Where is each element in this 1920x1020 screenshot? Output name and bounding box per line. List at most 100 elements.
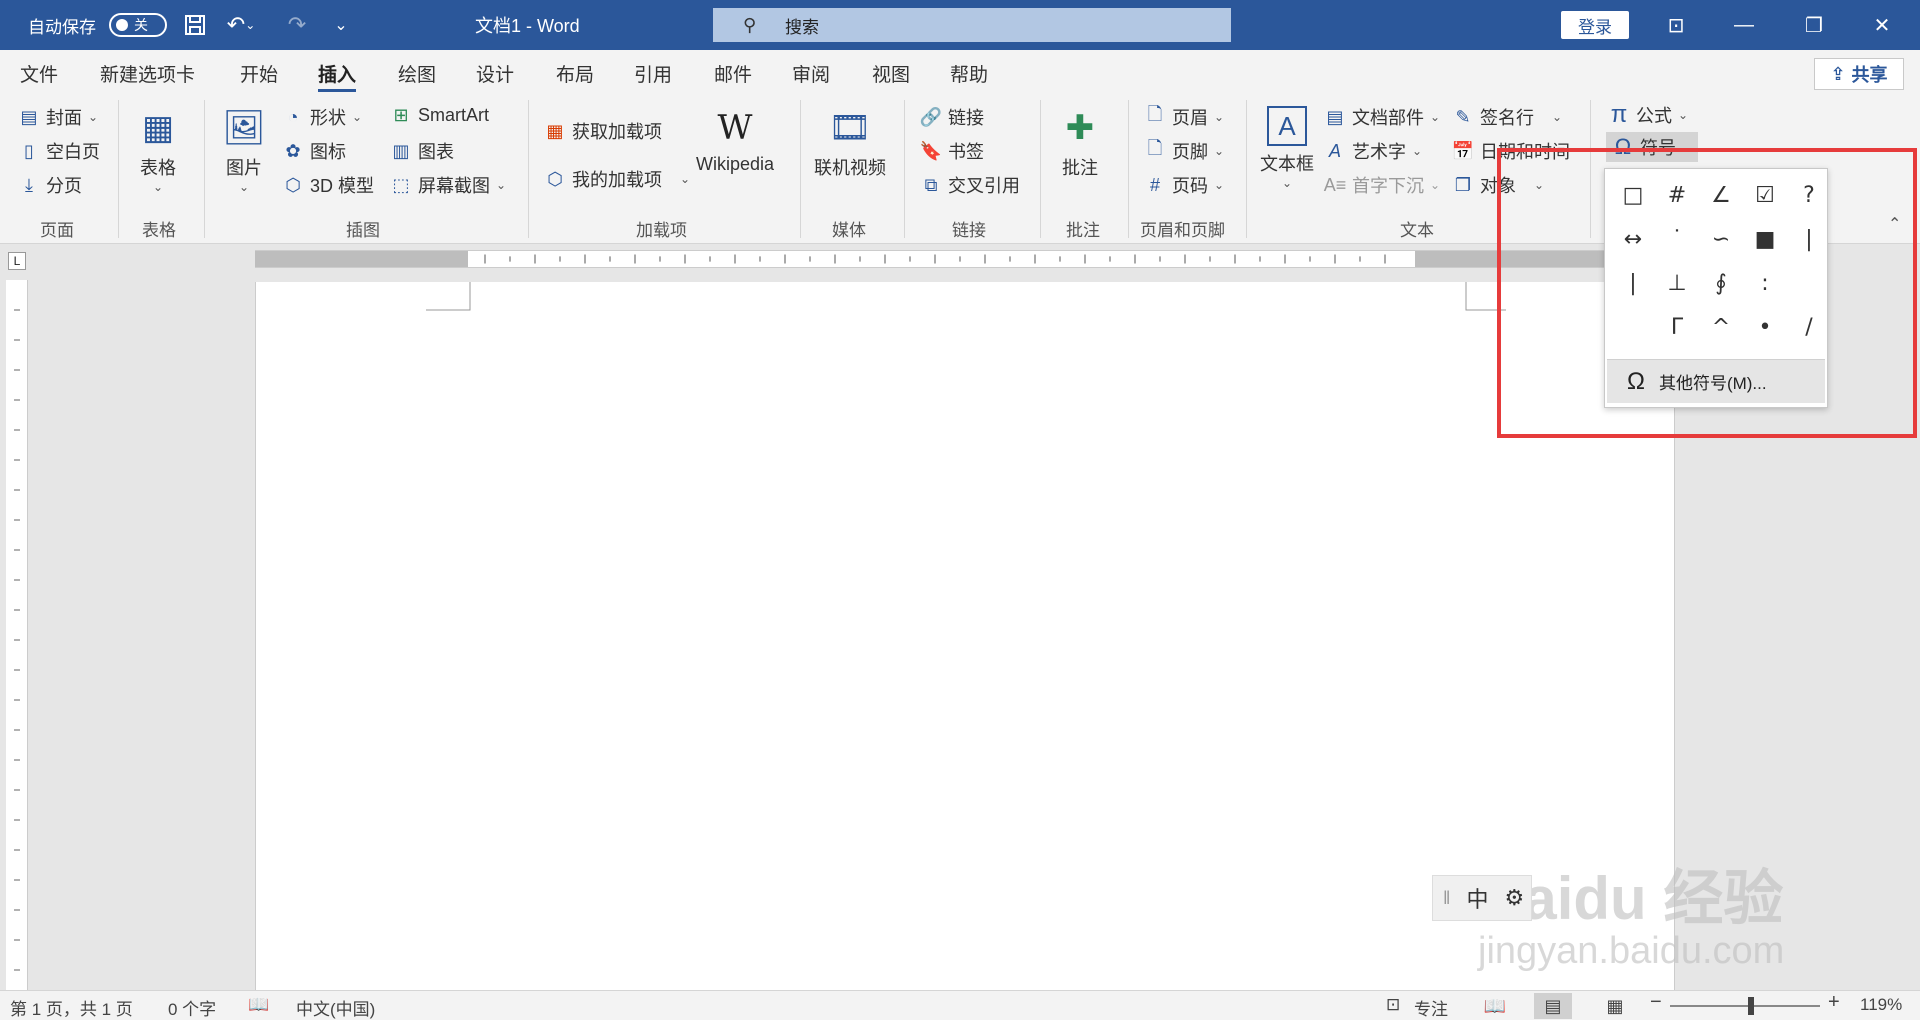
- ime-mode[interactable]: 中: [1466, 882, 1488, 914]
- share-label: 共享: [1851, 65, 1888, 85]
- tab-review[interactable]: 审阅: [792, 60, 830, 92]
- autosave-label: 自动保存: [28, 17, 96, 37]
- group-label-illustrations: 插图: [346, 221, 380, 240]
- picture-icon: 🖼: [222, 109, 266, 147]
- page-number-icon: #: [1149, 174, 1160, 195]
- calendar-icon: 📅: [1451, 140, 1475, 161]
- bookmark-button[interactable]: 🔖 书签: [920, 138, 984, 164]
- zoom-slider-thumb[interactable]: [1748, 997, 1754, 1015]
- vertical-ruler-ticks: [14, 309, 20, 971]
- tab-home[interactable]: 开始: [240, 60, 278, 92]
- object-icon: ❐: [1454, 174, 1472, 195]
- tab-help[interactable]: 帮助: [950, 60, 988, 92]
- annotation-highlight-box: [1497, 148, 1917, 438]
- search-box[interactable]: ⚲ 搜索: [713, 8, 1231, 42]
- wikipedia-button[interactable]: W Wikipedia: [696, 106, 774, 175]
- focus-icon[interactable]: ⊡: [1386, 995, 1400, 1015]
- tab-mailings[interactable]: 邮件: [714, 60, 752, 92]
- page-count[interactable]: 第 1 页，共 1 页: [10, 995, 133, 1020]
- ime-settings-icon[interactable]: ⚙: [1504, 885, 1524, 911]
- tab-file[interactable]: 文件: [20, 60, 58, 92]
- tab-view[interactable]: 视图: [872, 60, 910, 92]
- header-button[interactable]: 🗋 页眉 ⌄: [1144, 104, 1224, 130]
- status-bar: 第 1 页，共 1 页 0 个字 📖 中文(中国) ⊡ 专注 📖 ▤ ▦ − +…: [0, 990, 1920, 1020]
- link-button[interactable]: 🔗 链接: [920, 104, 984, 130]
- zoom-out-icon[interactable]: −: [1650, 991, 1662, 1014]
- icons-icon: ✿: [285, 140, 301, 161]
- tab-layout[interactable]: 布局: [556, 60, 594, 92]
- word-count[interactable]: 0 个字: [168, 995, 216, 1020]
- group-label-tables: 表格: [142, 221, 176, 240]
- tab-new-tab[interactable]: 新建选项卡: [100, 60, 195, 92]
- table-icon: ▦: [141, 109, 175, 147]
- minimize-icon[interactable]: —: [1714, 0, 1774, 50]
- margin-corners: [426, 282, 1506, 311]
- close-icon[interactable]: ✕: [1852, 0, 1912, 50]
- autosave-toggle[interactable]: 关: [109, 0, 167, 50]
- comment-button[interactable]: ✚ 批注: [1058, 106, 1102, 180]
- footer-button[interactable]: 🗋 页脚 ⌄: [1144, 138, 1224, 164]
- zoom-slider[interactable]: [1670, 1005, 1820, 1007]
- shapes-icon: ◔: [287, 106, 299, 127]
- horizontal-ruler[interactable]: [255, 250, 1615, 268]
- wordart-icon: A: [1328, 140, 1341, 161]
- watermark-url: jingyan.baidu.com: [1478, 930, 1785, 972]
- restore-icon[interactable]: ❐: [1784, 0, 1844, 50]
- tab-insert[interactable]: 插入: [318, 60, 357, 92]
- my-addins-button[interactable]: ⬡ 我的加载项 ⌄: [544, 166, 690, 192]
- signature-line-button[interactable]: ✎ 签名行 ⌄: [1452, 104, 1562, 130]
- wordart-button[interactable]: A 艺术字 ⌄: [1324, 138, 1422, 164]
- drop-cap-icon: A≡: [1323, 174, 1347, 195]
- textbox-icon: A: [1267, 106, 1307, 146]
- read-mode-icon[interactable]: 📖: [1476, 993, 1514, 1019]
- focus-label[interactable]: 专注: [1414, 995, 1448, 1020]
- textbox-button[interactable]: A 文本框 ⌄: [1260, 106, 1314, 190]
- vertical-ruler[interactable]: [6, 280, 28, 990]
- chart-button[interactable]: ▥ 图表: [390, 138, 454, 164]
- login-button[interactable]: 登录: [1561, 11, 1629, 39]
- equation-button[interactable]: π 公式 ⌄: [1608, 101, 1688, 128]
- quick-parts-button[interactable]: ▤ 文档部件 ⌄: [1324, 104, 1440, 130]
- ruler-ticks: [484, 254, 1386, 264]
- group-label-pages: 页面: [40, 221, 74, 240]
- shapes-button[interactable]: ◔ 形状 ⌄: [282, 104, 363, 130]
- group-label-addins: 加载项: [636, 221, 687, 240]
- search-placeholder: 搜索: [785, 17, 819, 37]
- picture-button[interactable]: 🖼 图片 ⌄: [222, 106, 266, 194]
- undo-icon[interactable]: ↶ ⌄: [226, 10, 256, 40]
- print-layout-icon[interactable]: ▤: [1534, 993, 1572, 1019]
- group-label-links: 链接: [952, 221, 986, 240]
- smartart-button[interactable]: ⊞ SmartArt: [390, 104, 489, 126]
- group-label-text: 文本: [1400, 221, 1434, 240]
- link-icon: 🔗: [919, 106, 943, 127]
- tab-references[interactable]: 引用: [634, 60, 672, 92]
- blank-page-button[interactable]: ▯ 空白页: [18, 138, 100, 164]
- page-break-button[interactable]: ⤓ 分页: [18, 172, 82, 198]
- language-indicator[interactable]: 中文(中国): [296, 995, 375, 1020]
- cover-page-button[interactable]: ▤ 封面 ⌄: [18, 104, 98, 130]
- ime-toolbar[interactable]: ‖ 中 ⚙: [1432, 875, 1532, 921]
- table-button[interactable]: ▦ 表格 ⌄: [136, 106, 180, 194]
- proofing-icon[interactable]: 📖: [248, 995, 269, 1015]
- tab-draw[interactable]: 绘图: [398, 60, 436, 92]
- cross-reference-button[interactable]: ⧉ 交叉引用: [920, 172, 1020, 198]
- tab-design[interactable]: 设计: [476, 60, 514, 92]
- redo-icon[interactable]: ↷: [282, 10, 312, 40]
- online-video-button[interactable]: 🎞 联机视频: [814, 106, 886, 180]
- share-button[interactable]: ⇪ 共享: [1814, 58, 1904, 90]
- zoom-level[interactable]: 119%: [1860, 995, 1902, 1015]
- page-number-button[interactable]: # 页码 ⌄: [1144, 172, 1224, 198]
- web-layout-icon[interactable]: ▦: [1596, 993, 1634, 1019]
- autosave-state: 关: [134, 17, 148, 33]
- tab-stop-selector[interactable]: L: [8, 252, 26, 270]
- document-title: 文档1 - Word: [475, 16, 580, 36]
- zoom-in-icon[interactable]: +: [1828, 991, 1840, 1014]
- get-addins-button[interactable]: ▦ 获取加载项: [544, 118, 662, 144]
- save-icon[interactable]: [180, 10, 210, 40]
- drop-cap-button[interactable]: A≡ 首字下沉 ⌄: [1324, 172, 1440, 198]
- customize-qat-icon[interactable]: ⌄: [326, 10, 356, 40]
- 3d-model-button[interactable]: ⬡ 3D 模型: [282, 172, 374, 198]
- screenshot-button[interactable]: ⬚ 屏幕截图 ⌄: [390, 172, 506, 198]
- ribbon-display-icon[interactable]: ⊡: [1646, 0, 1706, 50]
- icons-button[interactable]: ✿ 图标: [282, 138, 346, 164]
